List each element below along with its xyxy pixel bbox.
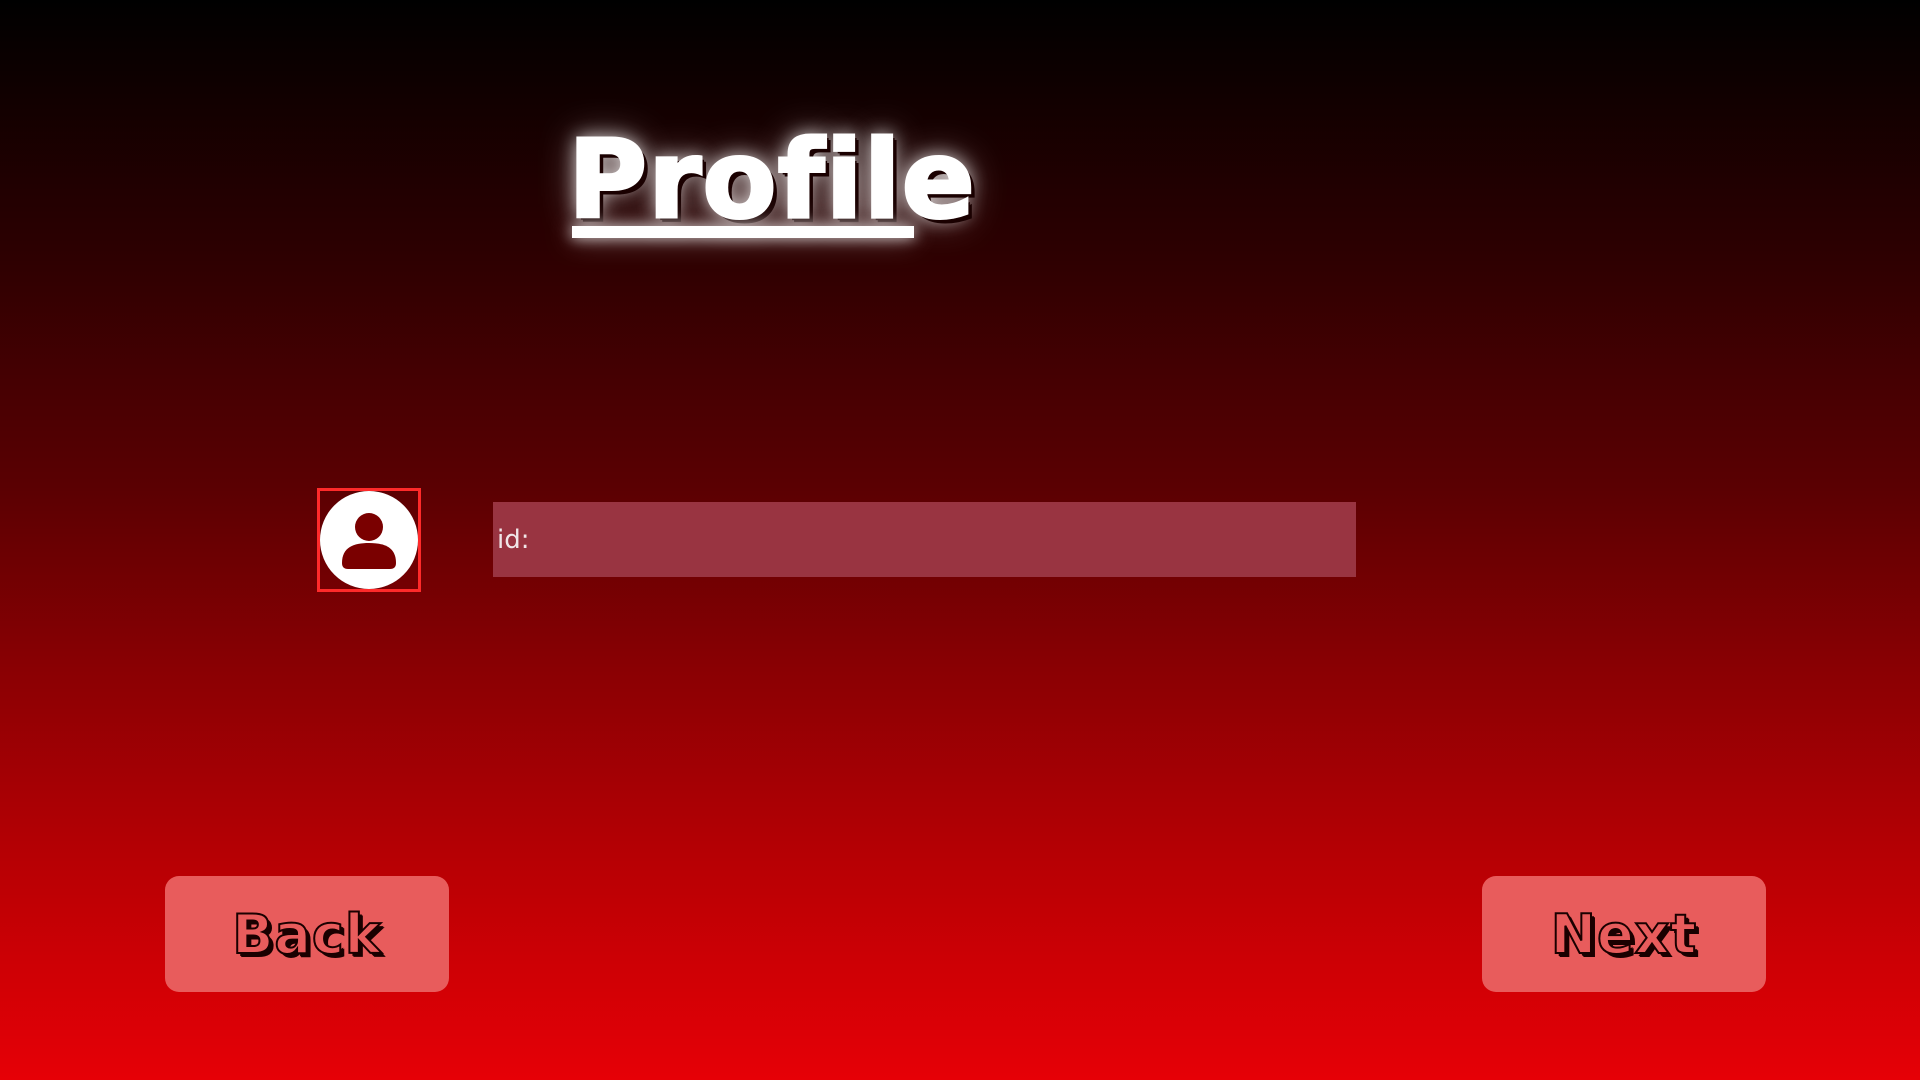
avatar[interactable] <box>317 488 421 592</box>
user-icon <box>342 513 396 569</box>
id-label: id: <box>497 524 530 555</box>
back-button[interactable]: Back <box>165 876 449 992</box>
next-button[interactable]: Next <box>1482 876 1766 992</box>
id-field[interactable]: id: <box>493 502 1356 577</box>
next-button-label: Next <box>1550 902 1698 967</box>
title-underline <box>572 226 914 238</box>
avatar-circle <box>320 491 418 589</box>
back-button-label: Back <box>231 902 382 967</box>
